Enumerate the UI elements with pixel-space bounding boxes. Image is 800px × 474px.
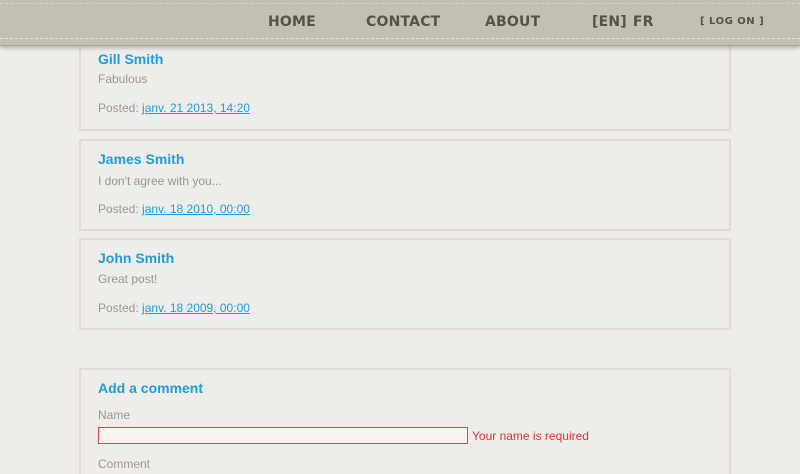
comment-author: John Smith xyxy=(98,250,175,266)
comment-posted: Posted: janv. 21 2013, 14:20 xyxy=(98,101,250,115)
comment-author: Gill Smith xyxy=(98,51,164,67)
comment-posted: Posted: janv. 18 2010, 00:00 xyxy=(98,202,250,216)
top-navigation-bar: HOME CONTACT ABOUT [EN] FR [ LOG ON ] xyxy=(0,0,800,46)
nav-home-link[interactable]: HOME xyxy=(268,14,316,30)
posted-label: Posted: xyxy=(98,101,139,115)
nav-stitch-decoration xyxy=(0,3,800,4)
lang-en-link[interactable]: [EN] xyxy=(592,14,627,30)
comment-date-link[interactable]: janv. 18 2010, 00:00 xyxy=(142,202,250,216)
add-comment-form: Add a comment Name Your name is required… xyxy=(79,368,731,474)
comment-card: James Smith I don't agree with you... Po… xyxy=(79,139,731,231)
comment-card: John Smith Great post! Posted: janv. 18 … xyxy=(79,238,731,330)
name-label: Name xyxy=(98,408,131,422)
lang-fr-link[interactable]: FR xyxy=(633,14,654,30)
logon-link[interactable]: [ LOG ON ] xyxy=(700,16,764,27)
comment-author: James Smith xyxy=(98,151,185,167)
nav-stitch-decoration xyxy=(0,38,800,39)
name-error-message: Your name is required xyxy=(472,429,589,443)
nav-contact-link[interactable]: CONTACT xyxy=(366,14,440,30)
comment-text: Great post! xyxy=(98,272,158,286)
posted-label: Posted: xyxy=(98,202,139,216)
comment-text: I don't agree with you... xyxy=(98,174,222,188)
comment-date-link[interactable]: janv. 21 2013, 14:20 xyxy=(142,101,250,115)
comment-posted: Posted: janv. 18 2009, 00:00 xyxy=(98,301,250,315)
form-title: Add a comment xyxy=(98,380,204,396)
nav-about-link[interactable]: ABOUT xyxy=(485,14,540,30)
comment-label: Comment xyxy=(98,457,151,471)
language-switcher: [EN] FR xyxy=(592,14,660,30)
comment-date-link[interactable]: janv. 18 2009, 00:00 xyxy=(142,301,250,315)
comment-text: Fabulous xyxy=(98,72,148,86)
name-input[interactable] xyxy=(98,427,468,444)
posted-label: Posted: xyxy=(98,301,139,315)
